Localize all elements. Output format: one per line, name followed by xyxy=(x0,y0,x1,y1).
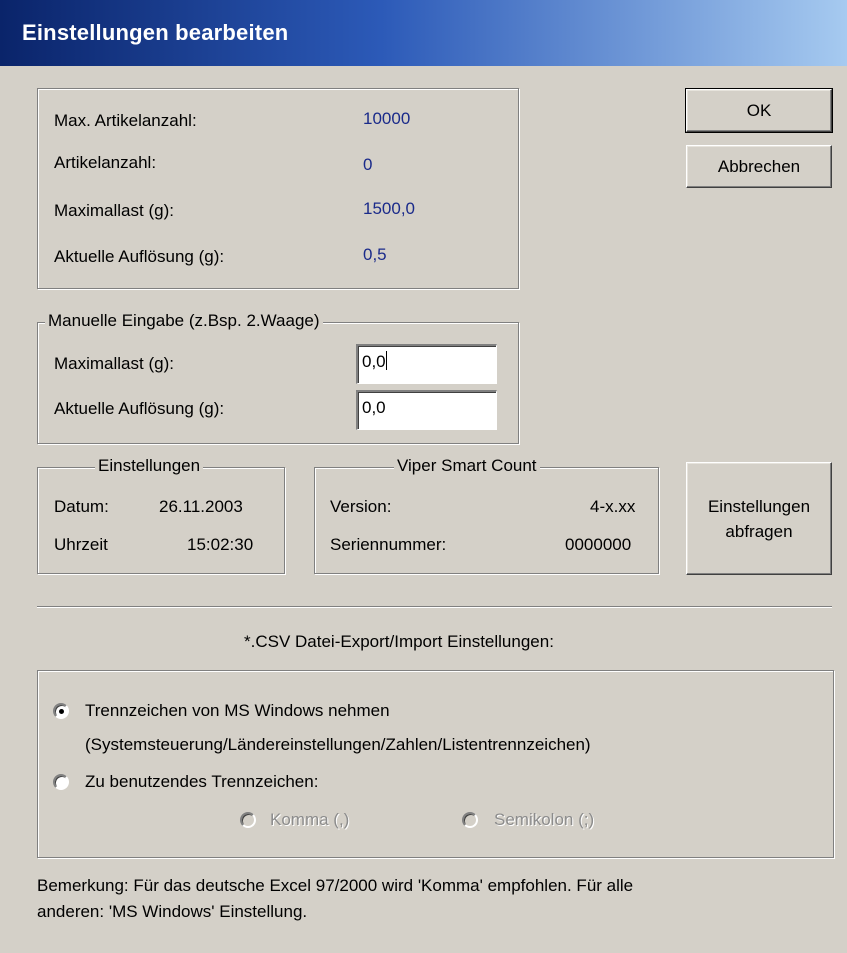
csv-heading: *.CSV Datei-Export/Import Einstellungen: xyxy=(244,632,554,651)
time-value: 15:02:30 xyxy=(187,535,254,554)
note-line-1: Bemerkung: Für das deutsche Excel 97/200… xyxy=(37,876,634,895)
settings-legend: Einstellungen xyxy=(95,456,204,476)
option-windows-hint: (Systemsteuerung/Ländereinstellungen/Zah… xyxy=(85,735,591,754)
section-separator xyxy=(37,606,832,608)
csv-options-group xyxy=(37,670,834,858)
version-label: Version: xyxy=(330,497,392,516)
articles-value: 0 xyxy=(363,155,373,174)
date-label: Datum: xyxy=(54,497,109,516)
title-bar[interactable]: Einstellungen bearbeiten xyxy=(0,0,847,66)
manual-max-load-input[interactable]: 0,0 xyxy=(356,344,497,384)
date-value: 26.11.2003 xyxy=(159,497,243,516)
max-articles-label: Max. Artikelanzahl: xyxy=(54,111,197,130)
time-label: Uhrzeit xyxy=(54,535,108,554)
ok-button[interactable]: OK xyxy=(685,88,833,133)
serial-label: Seriennummer: xyxy=(330,535,447,554)
text-caret xyxy=(385,351,387,370)
comma-label[interactable]: Komma (,) xyxy=(270,810,349,830)
manual-resolution-label: Aktuelle Auflösung (g): xyxy=(54,399,225,418)
device-legend: Viper Smart Count xyxy=(394,456,540,476)
option-windows-label[interactable]: Trennzeichen von MS Windows nehmen xyxy=(85,701,390,721)
manual-entry-legend: Manuelle Eingabe (z.Bsp. 2.Waage) xyxy=(45,311,323,331)
dialog-title: Einstellungen bearbeiten xyxy=(22,20,289,45)
query-settings-button[interactable]: Einstellungen abfragen xyxy=(686,462,832,575)
radio-semicolon[interactable] xyxy=(462,812,478,828)
radio-selected-dot xyxy=(59,709,64,714)
resolution-value: 0,5 xyxy=(363,245,387,264)
serial-value: 0000000 xyxy=(565,535,632,554)
radio-windows-separator[interactable] xyxy=(53,703,69,719)
settings-dialog: Einstellungen bearbeiten Max. Artikelanz… xyxy=(0,0,847,953)
radio-custom-separator[interactable] xyxy=(53,774,69,790)
settings-group xyxy=(37,467,285,574)
radio-comma[interactable] xyxy=(240,812,256,828)
max-load-value: 1500,0 xyxy=(363,199,415,218)
note-line-2: anderen: 'MS Windows' Einstellung. xyxy=(37,902,308,921)
semicolon-label[interactable]: Semikolon (;) xyxy=(494,810,594,830)
resolution-label: Aktuelle Auflösung (g): xyxy=(54,247,225,266)
option-custom-label[interactable]: Zu benutzendes Trennzeichen: xyxy=(85,772,318,792)
cancel-button[interactable]: Abbrechen xyxy=(686,145,832,188)
version-value: 4-x.xx xyxy=(590,497,636,516)
articles-label: Artikelanzahl: xyxy=(54,153,157,172)
manual-max-load-label: Maximallast (g): xyxy=(54,354,174,373)
max-load-label: Maximallast (g): xyxy=(54,201,174,220)
max-articles-value: 10000 xyxy=(363,109,411,128)
manual-resolution-input[interactable]: 0,0 xyxy=(356,390,497,430)
device-group xyxy=(314,467,659,574)
